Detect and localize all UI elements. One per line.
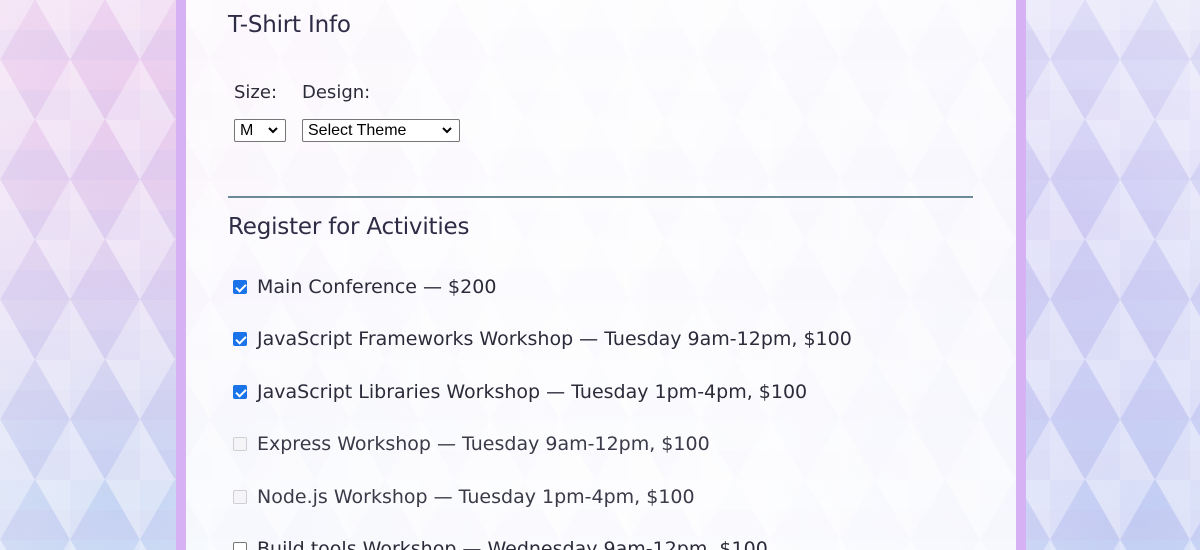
activity-label: Node.js Workshop — Tuesday 1pm-4pm, $100 bbox=[257, 486, 695, 508]
activity-item[interactable]: Main Conference — $200 bbox=[233, 275, 496, 299]
activity-checkbox[interactable] bbox=[233, 542, 247, 550]
activity-item: Express Workshop — Tuesday 9am-12pm, $10… bbox=[233, 432, 710, 456]
activity-label: JavaScript Libraries Workshop — Tuesday … bbox=[257, 381, 808, 403]
activity-label: JavaScript Frameworks Workshop — Tuesday… bbox=[257, 328, 852, 350]
activity-checkbox bbox=[233, 437, 247, 451]
size-label: Size: bbox=[234, 82, 278, 103]
activity-label: Build tools Workshop — Wednesday 9am-12p… bbox=[257, 538, 768, 550]
design-label: Design: bbox=[302, 82, 371, 103]
activity-item: Node.js Workshop — Tuesday 1pm-4pm, $100 bbox=[233, 485, 695, 509]
size-select[interactable]: M bbox=[234, 119, 286, 142]
design-select-value: Select Theme bbox=[308, 121, 407, 139]
chevron-down-icon bbox=[268, 127, 278, 134]
activity-item[interactable]: Build tools Workshop — Wednesday 9am-12p… bbox=[233, 537, 768, 550]
tshirt-section-title: T-Shirt Info bbox=[228, 12, 351, 38]
activity-item[interactable]: JavaScript Frameworks Workshop — Tuesday… bbox=[233, 327, 852, 351]
size-select-value: M bbox=[240, 121, 254, 139]
activity-checkbox bbox=[233, 490, 247, 504]
activity-label: Main Conference — $200 bbox=[257, 276, 497, 298]
activity-label: Express Workshop — Tuesday 9am-12pm, $10… bbox=[257, 433, 710, 455]
activities-section-title: Register for Activities bbox=[228, 214, 470, 240]
chevron-down-icon bbox=[442, 127, 452, 134]
activity-checkbox[interactable] bbox=[233, 332, 247, 346]
activity-item[interactable]: JavaScript Libraries Workshop — Tuesday … bbox=[233, 380, 807, 404]
activity-checkbox[interactable] bbox=[233, 280, 247, 294]
section-divider bbox=[228, 196, 973, 198]
design-select[interactable]: Select Theme bbox=[302, 119, 460, 142]
activity-checkbox[interactable] bbox=[233, 385, 247, 399]
form-container: T-Shirt Info Size: Design: M Select Them… bbox=[176, 0, 1026, 550]
